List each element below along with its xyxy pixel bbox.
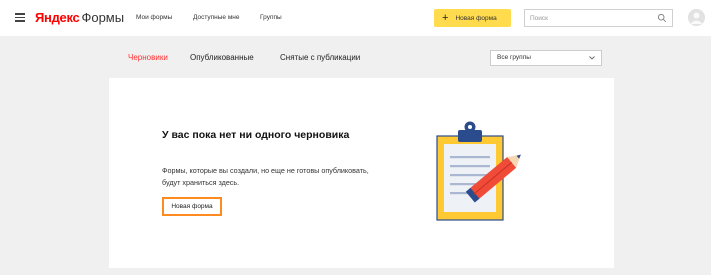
group-select-value: Все группы (497, 54, 531, 61)
clipboard-illustration (436, 121, 521, 221)
empty-state-description: Формы, которые вы создали, но еще не гот… (162, 166, 369, 187)
tab-unpublished[interactable]: Снятые с публикации (280, 53, 360, 62)
tab-published[interactable]: Опубликованные (190, 53, 254, 62)
nav-shared-with-me[interactable]: Доступные мне (193, 14, 240, 21)
logo-brand: Яндекс (35, 10, 80, 25)
empty-state-title: У вас пока нет ни одного черновика (162, 129, 350, 141)
logo[interactable]: Яндекс Формы (35, 11, 124, 25)
menu-icon[interactable] (15, 13, 25, 22)
search-box[interactable] (524, 9, 673, 27)
logo-product: Формы (81, 10, 125, 25)
user-avatar-icon[interactable] (688, 9, 705, 26)
search-icon[interactable] (657, 13, 667, 23)
new-form-button-label: Новая форма (455, 14, 497, 22)
plus-icon: + (442, 12, 449, 24)
nav-groups[interactable]: Группы (260, 14, 282, 21)
chevron-down-icon (589, 56, 595, 60)
empty-state-card: У вас пока нет ни одного черновика Формы… (109, 78, 614, 268)
new-form-button[interactable]: + Новая форма (434, 9, 511, 27)
nav-my-forms[interactable]: Мои формы (136, 14, 172, 21)
group-select[interactable]: Все группы (490, 50, 602, 66)
search-input[interactable] (530, 13, 650, 24)
header: Яндекс Формы Мои формы Доступные мне Груп… (0, 0, 711, 36)
create-form-button[interactable]: Новая форма (162, 197, 222, 216)
tab-drafts[interactable]: Черновики (128, 53, 168, 62)
create-form-button-label: Новая форма (171, 203, 213, 210)
